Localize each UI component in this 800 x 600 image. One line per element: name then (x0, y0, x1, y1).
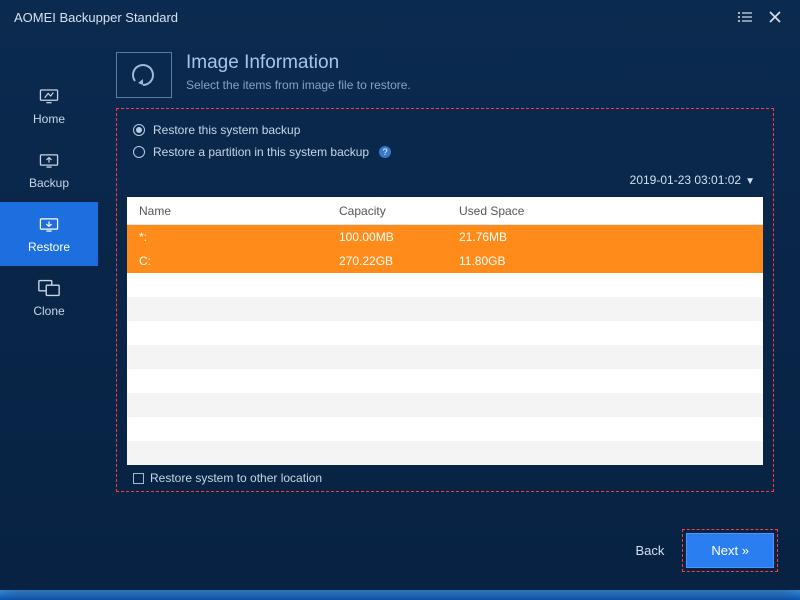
home-icon (37, 86, 61, 106)
highlight-area: Restore this system backup Restore a par… (116, 108, 774, 492)
sidebar-item-restore[interactable]: Restore (0, 202, 98, 266)
sidebar-item-label: Restore (28, 240, 70, 254)
page-subtitle: Select the items from image file to rest… (186, 78, 411, 92)
sidebar-item-label: Backup (29, 176, 69, 190)
sidebar-item-clone[interactable]: Clone (0, 266, 98, 330)
timestamp-text: 2019-01-23 03:01:02 (630, 173, 741, 187)
table-row (127, 321, 763, 345)
page-header-icon (116, 52, 172, 98)
page-title: Image Information (186, 52, 411, 74)
sidebar-item-home[interactable]: Home (0, 74, 98, 138)
radio-icon (133, 146, 145, 158)
clone-icon (37, 278, 61, 298)
table-row (127, 417, 763, 441)
menu-icon[interactable] (734, 6, 756, 28)
col-name: Name (127, 204, 327, 218)
checkbox-label: Restore system to other location (150, 471, 322, 485)
next-highlight: Next » (682, 529, 778, 572)
info-icon[interactable]: ? (379, 146, 391, 158)
sidebar: Home Backup Restore Clone (0, 34, 98, 590)
sidebar-item-backup[interactable]: Backup (0, 138, 98, 202)
checkbox-icon (133, 473, 144, 484)
backup-icon (37, 150, 61, 170)
radio-restore-system[interactable]: Restore this system backup (133, 123, 763, 137)
app-title: AOMEI Backupper Standard (14, 10, 726, 25)
table-row (127, 273, 763, 297)
cell-capacity: 270.22GB (327, 254, 447, 268)
next-button-label: Next » (711, 543, 749, 558)
restore-other-location[interactable]: Restore system to other location (133, 471, 763, 485)
sidebar-item-label: Clone (33, 304, 64, 318)
table-row (127, 393, 763, 417)
table-row[interactable]: C: 270.22GB 11.80GB (127, 249, 763, 273)
cell-capacity: 100.00MB (327, 230, 447, 244)
sidebar-item-label: Home (33, 112, 65, 126)
table-row (127, 441, 763, 465)
table-header: Name Capacity Used Space (127, 197, 763, 225)
cell-name: C: (127, 254, 327, 268)
taskbar (0, 590, 800, 600)
close-icon[interactable] (764, 6, 786, 28)
col-used: Used Space (447, 204, 763, 218)
page-header: Image Information Select the items from … (116, 52, 774, 98)
partition-table: Name Capacity Used Space *: 100.00MB 21.… (127, 197, 763, 465)
cell-used: 21.76MB (447, 230, 763, 244)
cell-name: *: (127, 230, 327, 244)
titlebar: AOMEI Backupper Standard (0, 0, 800, 34)
next-button[interactable]: Next » (686, 533, 774, 568)
cell-used: 11.80GB (447, 254, 763, 268)
table-row (127, 369, 763, 393)
radio-label: Restore this system backup (153, 123, 300, 137)
radio-icon (133, 124, 145, 136)
main: Home Backup Restore Clone (0, 34, 800, 590)
col-capacity: Capacity (327, 204, 447, 218)
chevron-down-icon: ▼ (745, 176, 755, 187)
table-row[interactable]: *: 100.00MB 21.76MB (127, 225, 763, 249)
timestamp-dropdown[interactable]: 2019-01-23 03:01:02 ▼ (127, 167, 763, 197)
radio-label: Restore a partition in this system backu… (153, 145, 369, 159)
app-window: AOMEI Backupper Standard Home Backup (0, 0, 800, 590)
restore-icon (37, 214, 61, 234)
table-row (127, 297, 763, 321)
footer: Back Next » (636, 529, 778, 572)
radio-restore-partition[interactable]: Restore a partition in this system backu… (133, 145, 763, 159)
content: Image Information Select the items from … (98, 34, 800, 590)
back-button[interactable]: Back (636, 543, 665, 558)
table-row (127, 345, 763, 369)
